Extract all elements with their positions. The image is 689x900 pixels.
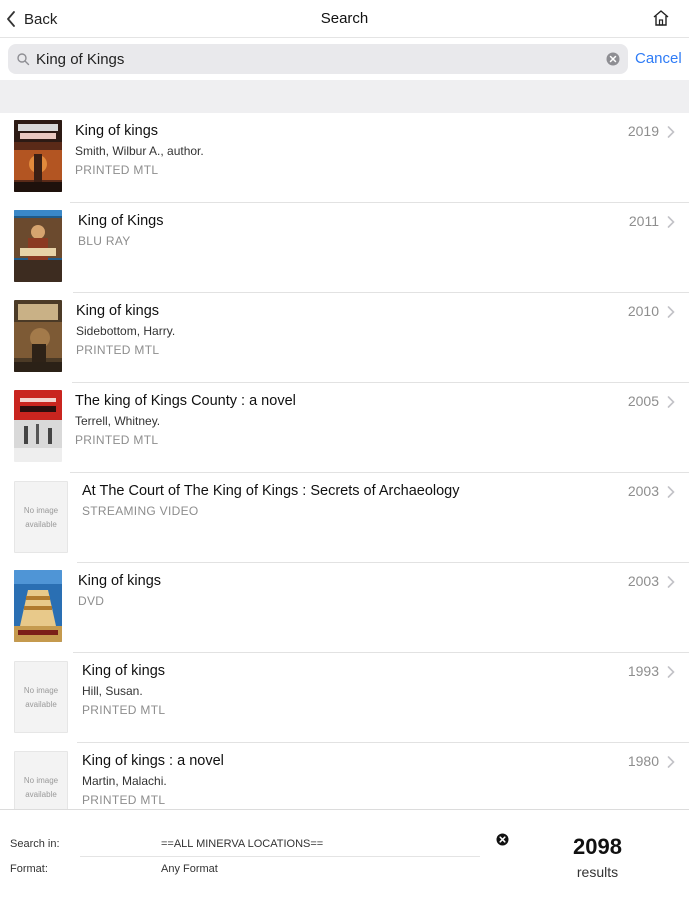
no-image-placeholder: No image available — [14, 661, 68, 733]
result-author: Sidebottom, Harry. — [76, 324, 176, 338]
result-row[interactable]: King of kings Smith, Wilbur A., author. … — [0, 113, 689, 203]
result-year: 2019 — [627, 123, 659, 139]
result-format: DVD — [78, 594, 105, 608]
result-count: 2098 — [573, 834, 622, 859]
result-format: PRINTED MTL — [76, 343, 160, 357]
result-row[interactable]: King of kings Sidebottom, Harry. PRINTED… — [0, 293, 689, 383]
result-title: The king of Kings County : a novel — [75, 393, 296, 409]
result-row[interactable]: King of Kings BLU RAY 2011 — [0, 203, 689, 293]
result-year: 2005 — [627, 393, 659, 409]
result-format: PRINTED MTL — [82, 793, 166, 807]
no-image-placeholder: No image available — [14, 481, 68, 553]
navigation-bar: Back Search — [0, 0, 689, 38]
cancel-button[interactable]: Cancel — [635, 50, 682, 67]
bluray-cover-image — [14, 210, 62, 282]
result-title: At The Court of The King of Kings : Secr… — [82, 483, 460, 499]
search-in-label: Search in: — [10, 838, 60, 850]
result-author: Smith, Wilbur A., author. — [75, 144, 204, 158]
clear-location-icon[interactable] — [496, 833, 509, 846]
search-icon — [17, 53, 30, 66]
result-title: King of kings — [76, 303, 160, 319]
format-label: Format: — [10, 863, 48, 875]
result-author: Martin, Malachi. — [82, 774, 167, 788]
result-year: 1993 — [627, 663, 659, 679]
result-row[interactable]: No image available King of kings : a nov… — [0, 743, 689, 809]
result-year: 2003 — [627, 483, 659, 499]
result-title: King of kings — [75, 123, 159, 139]
chevron-right-icon — [667, 666, 675, 678]
book-cover-image — [14, 390, 62, 462]
result-row[interactable]: King of kings DVD 2003 — [0, 563, 689, 653]
dvd-cover-image — [14, 570, 62, 642]
result-format: PRINTED MTL — [75, 433, 159, 447]
result-title: King of kings — [82, 663, 166, 679]
result-format: STREAMING VIDEO — [82, 504, 199, 518]
chevron-right-icon — [667, 486, 675, 498]
result-format: BLU RAY — [78, 234, 131, 248]
search-input[interactable] — [36, 46, 596, 72]
chevron-right-icon — [667, 396, 675, 408]
home-icon[interactable] — [651, 9, 671, 27]
chevron-right-icon — [667, 126, 675, 138]
result-title: King of kings : a novel — [82, 753, 224, 769]
book-cover-image — [14, 300, 62, 372]
section-spacer — [0, 80, 689, 113]
clear-search-icon[interactable] — [606, 52, 620, 66]
result-format: PRINTED MTL — [82, 703, 166, 717]
page-title: Search — [320, 10, 369, 27]
no-image-placeholder: No image available — [14, 751, 68, 809]
result-year: 2003 — [627, 573, 659, 589]
filter-divider — [80, 856, 480, 857]
result-title: King of Kings — [78, 213, 164, 229]
result-row[interactable]: No image available King of kings Hill, S… — [0, 653, 689, 743]
chevron-right-icon — [667, 306, 675, 318]
chevron-right-icon — [667, 216, 675, 228]
result-author: Terrell, Whitney. — [75, 414, 161, 428]
result-row[interactable]: The king of Kings County : a novel Terre… — [0, 383, 689, 473]
search-row: Cancel — [0, 38, 689, 80]
result-year: 2010 — [627, 303, 659, 319]
result-year: 2011 — [628, 213, 659, 229]
result-author: Hill, Susan. — [82, 684, 143, 698]
format-selector[interactable]: Any Format — [161, 863, 218, 875]
results-list[interactable]: King of kings Smith, Wilbur A., author. … — [0, 113, 689, 809]
search-box — [8, 44, 628, 74]
result-row[interactable]: No image available At The Court of The K… — [0, 473, 689, 563]
chevron-right-icon — [667, 576, 675, 588]
results-label: results — [576, 864, 619, 880]
book-cover-image — [14, 120, 62, 192]
search-in-location-selector[interactable]: ==ALL MINERVA LOCATIONS== — [161, 838, 323, 850]
search-filter-footer: Search in: ==ALL MINERVA LOCATIONS== For… — [0, 809, 689, 900]
result-title: King of kings — [78, 573, 162, 589]
result-year: 1980 — [627, 753, 659, 769]
result-format: PRINTED MTL — [75, 163, 159, 177]
chevron-right-icon — [667, 756, 675, 768]
